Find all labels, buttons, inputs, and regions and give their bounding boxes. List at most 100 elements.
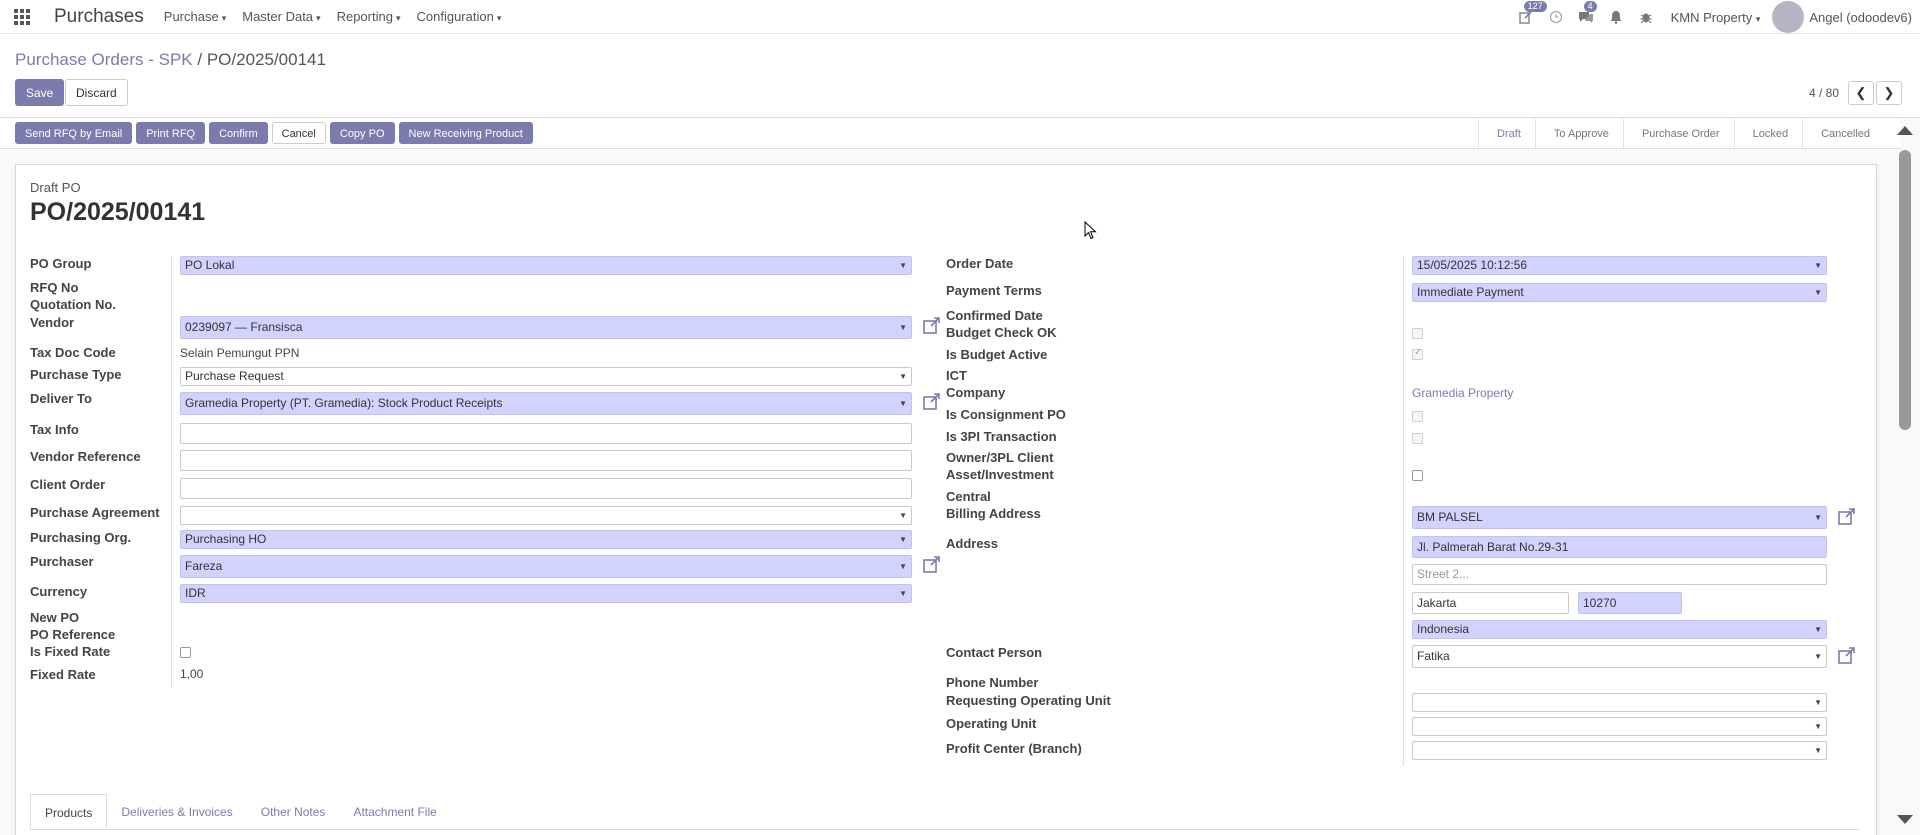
edit-activity-icon[interactable]: 127	[1511, 0, 1547, 34]
requesting-ou-select[interactable]: ▼	[1412, 693, 1827, 712]
dropdown-caret-icon: ▼	[1814, 288, 1822, 297]
external-link-icon[interactable]	[922, 392, 942, 412]
breadcrumb-parent[interactable]: Purchase Orders - SPK	[15, 50, 193, 69]
tax-info-input[interactable]	[180, 423, 912, 444]
divider	[171, 256, 172, 688]
street-input[interactable]: Jl. Palmerah Barat No.29-31	[1412, 536, 1827, 558]
purchase-type-select[interactable]: Purchase Request ▼	[180, 367, 912, 386]
confirm-button[interactable]: Confirm	[209, 122, 268, 144]
user-name: Angel (odoodev6)	[1809, 9, 1912, 25]
client-order-input[interactable]	[180, 478, 912, 499]
external-link-icon[interactable]	[1837, 507, 1857, 527]
vendor-select[interactable]: 0239097 — Fransisca ▼	[180, 316, 912, 339]
is-fixed-rate-checkbox[interactable]	[180, 647, 191, 658]
tax-doc-code-label: Tax Doc Code	[30, 345, 116, 360]
asset-investment-checkbox[interactable]	[1412, 470, 1423, 481]
company-switcher[interactable]: KMN Property ▾	[1671, 10, 1761, 25]
copy-po-button[interactable]: Copy PO	[329, 122, 395, 144]
payment-terms-select[interactable]: Immediate Payment ▼	[1412, 283, 1827, 302]
purchaser-select[interactable]: Fareza ▼	[180, 555, 912, 578]
debug-bug-icon[interactable]	[1631, 0, 1661, 34]
bell-icon[interactable]	[1601, 0, 1631, 34]
operating-unit-select[interactable]: ▼	[1412, 717, 1827, 736]
clock-icon[interactable]	[1541, 0, 1571, 34]
tax-info-label: Tax Info	[30, 422, 79, 437]
company-link[interactable]: Gramedia Property	[1412, 386, 1513, 400]
contact-person-select[interactable]: Fatika ▼	[1412, 645, 1827, 668]
save-button[interactable]: Save	[15, 79, 65, 106]
fixed-rate-value: 1,00	[180, 667, 204, 681]
document-title: PO/2025/00141	[30, 198, 206, 226]
pager-value[interactable]: 4 / 80	[1809, 86, 1839, 100]
phone-number-label: Phone Number	[946, 675, 1039, 690]
pager-previous-button[interactable]: ❮	[1848, 81, 1874, 105]
statusbar: Send RFQ by Email Print RFQ Confirm Canc…	[0, 119, 1900, 149]
print-rfq-button[interactable]: Print RFQ	[136, 122, 206, 144]
is-3pl-checkbox[interactable]	[1412, 433, 1423, 444]
profit-center-select[interactable]: ▼	[1412, 741, 1827, 760]
control-panel: Purchase Orders - SPK / PO/2025/00141 Sa…	[0, 34, 1920, 118]
country-select[interactable]: Indonesia ▼	[1412, 620, 1827, 639]
deliver-to-select[interactable]: Gramedia Property (PT. Gramedia): Stock …	[180, 392, 912, 415]
breadcrumb-separator: /	[197, 50, 203, 69]
scrollbar-thumb[interactable]	[1899, 150, 1911, 430]
user-menu[interactable]: Angel (odoodev6)	[1772, 1, 1912, 33]
order-date-input[interactable]: 15/05/2025 10:12:56 ▼	[1412, 256, 1827, 275]
company-label: Company	[946, 385, 1006, 400]
pager-next-button[interactable]: ❯	[1876, 81, 1902, 105]
messages-badge: 4	[1583, 1, 1597, 12]
cancel-button[interactable]: Cancel	[271, 122, 326, 144]
purchase-agreement-select[interactable]: ▼	[180, 506, 912, 525]
currency-label: Currency	[30, 584, 88, 599]
vendor-reference-input[interactable]	[180, 450, 912, 471]
requesting-ou-label: Requesting Operating Unit	[946, 693, 1111, 708]
po-group-select[interactable]: PO Lokal ▼	[180, 256, 912, 275]
menu-purchase[interactable]: Purchase ▾	[156, 9, 234, 24]
stage-cancelled: Cancelled	[1802, 119, 1884, 149]
purchase-agreement-label: Purchase Agreement	[30, 505, 160, 520]
dropdown-caret-icon: ▼	[899, 372, 907, 381]
currency-select[interactable]: IDR ▼	[180, 584, 912, 603]
scroll-down-arrow-icon[interactable]	[1897, 815, 1913, 824]
tab-attachment-file[interactable]: Attachment File	[339, 794, 450, 829]
pager: 4 / 80 ❮ ❯	[1809, 81, 1902, 105]
messages-icon[interactable]: 4	[1571, 0, 1601, 34]
city-input[interactable]: Jakarta	[1412, 592, 1569, 614]
is-consignment-checkbox[interactable]	[1412, 411, 1423, 422]
mouse-pointer-icon	[1084, 221, 1097, 240]
billing-address-select[interactable]: BM PALSEL ▼	[1412, 506, 1827, 529]
purchasing-org-select[interactable]: Purchasing HO ▼	[180, 530, 912, 549]
zip-input[interactable]: 10270	[1578, 592, 1682, 614]
is-fixed-rate-label: Is Fixed Rate	[30, 644, 111, 659]
central-label: Central	[946, 489, 991, 504]
asset-investment-label: Asset/Investment	[946, 467, 1054, 482]
budget-check-checkbox[interactable]	[1412, 328, 1423, 339]
rfq-no-label: RFQ No	[30, 280, 79, 295]
quotation-no-label: Quotation No.	[30, 297, 116, 312]
contact-person-label: Contact Person	[946, 645, 1043, 660]
external-link-icon[interactable]	[922, 555, 942, 575]
dropdown-caret-icon: ▼	[899, 399, 907, 408]
owner-3pl-label: Owner/3PL Client	[946, 450, 1054, 465]
stage-to-approve: To Approve	[1534, 119, 1623, 149]
scroll-up-arrow-icon[interactable]	[1897, 126, 1913, 135]
document-state-label: Draft PO	[30, 180, 81, 195]
send-rfq-button[interactable]: Send RFQ by Email	[15, 122, 133, 144]
tab-deliveries-invoices[interactable]: Deliveries & Invoices	[107, 794, 246, 829]
tab-other-notes[interactable]: Other Notes	[247, 794, 340, 829]
discard-button[interactable]: Discard	[65, 79, 128, 106]
external-link-icon[interactable]	[922, 316, 942, 336]
tab-products[interactable]: Products	[30, 794, 108, 829]
menu-reporting[interactable]: Reporting ▾	[329, 9, 409, 24]
external-link-icon[interactable]	[1837, 646, 1857, 666]
is-budget-active-checkbox[interactable]	[1412, 347, 1423, 360]
apps-menu-icon[interactable]	[0, 0, 44, 34]
budget-check-label: Budget Check OK	[946, 325, 1057, 340]
po-reference-label: PO Reference	[30, 627, 116, 642]
menu-master-data[interactable]: Master Data ▾	[234, 9, 328, 24]
new-receiving-product-button[interactable]: New Receiving Product	[398, 122, 533, 144]
menu-configuration[interactable]: Configuration ▾	[408, 9, 509, 24]
street2-input[interactable]: Street 2...	[1412, 564, 1827, 585]
is-3pl-label: Is 3PI Transaction	[946, 429, 1057, 444]
po-group-label: PO Group	[30, 256, 92, 271]
